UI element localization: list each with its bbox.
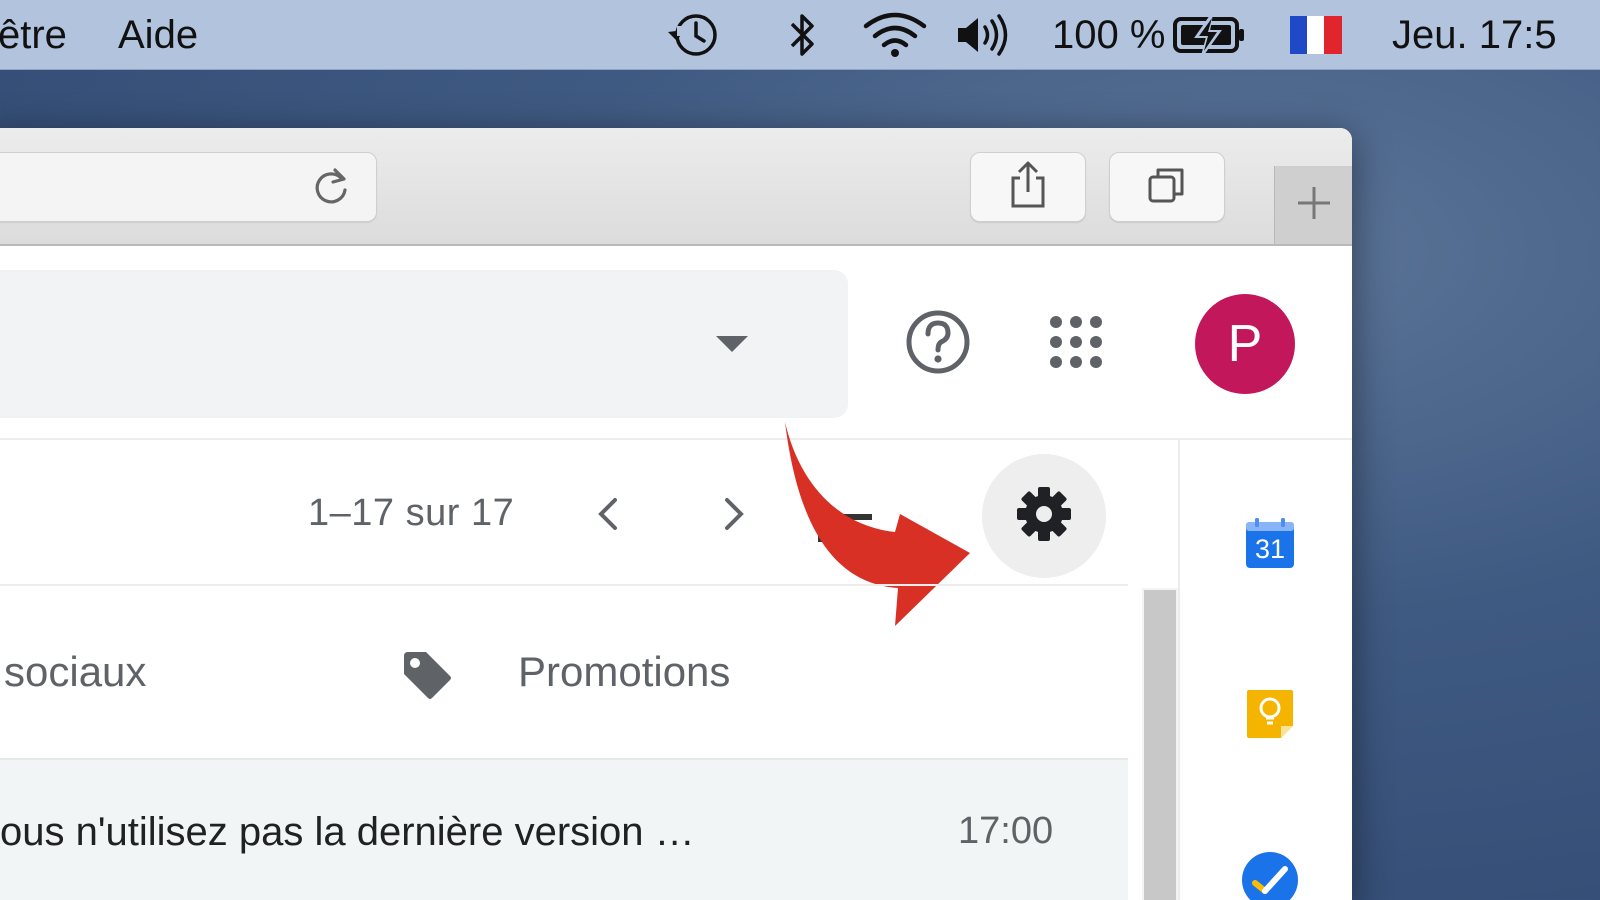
reload-icon[interactable]: [309, 165, 353, 214]
macos-menu-bar: être Aide 100 % Jeu. 17:5: [0, 0, 1600, 70]
browser-toolbar: [0, 128, 1352, 246]
calendar-icon: 31: [1245, 518, 1295, 570]
tab-social-label: sociaux: [4, 648, 147, 695]
time-machine-icon[interactable]: [664, 10, 724, 65]
tab-promotions[interactable]: Promotions: [400, 586, 820, 758]
email-row[interactable]: ous n'utilisez pas la dernière version ……: [0, 760, 1128, 900]
help-icon: [904, 308, 972, 381]
address-bar[interactable]: [0, 152, 377, 222]
menu-aide[interactable]: Aide: [118, 12, 198, 58]
volume-icon[interactable]: [954, 10, 1014, 65]
tab-social[interactable]: sociaux: [0, 586, 360, 758]
email-time: 17:00: [958, 810, 1054, 852]
battery-percent: 100 %: [1052, 13, 1166, 57]
battery-charging-icon[interactable]: [1172, 10, 1246, 65]
chevron-left-icon: [593, 494, 623, 539]
apps-grid-icon: [1048, 314, 1104, 375]
calendar-day: 31: [1254, 534, 1286, 564]
side-panel-divider: [1178, 440, 1180, 900]
search-options-icon[interactable]: [714, 332, 750, 361]
keep-icon: [1245, 688, 1295, 745]
tag-icon: [400, 648, 454, 707]
apps-button[interactable]: [1036, 304, 1116, 384]
chevron-right-icon: [719, 494, 749, 539]
browser-window: P 1–17 sur 17 sociaux Promotions ous n'u…: [0, 128, 1352, 900]
tab-promotions-label: Promotions: [518, 648, 731, 695]
tasks-icon: [1241, 851, 1299, 900]
settings-gear-icon: [1016, 486, 1072, 547]
search-bar[interactable]: [0, 270, 848, 418]
newer-button[interactable]: [576, 484, 640, 548]
menu-fenetre[interactable]: être: [0, 12, 67, 58]
new-tab-icon: [1294, 183, 1334, 228]
bluetooth-icon[interactable]: [784, 10, 820, 67]
scrollbar-thumb[interactable]: [1144, 590, 1176, 900]
new-tab-button[interactable]: [1274, 166, 1352, 244]
tabs-overview-icon: [1145, 163, 1189, 212]
pagination-text: 1–17 sur 17: [308, 492, 515, 534]
tabs-overview-button[interactable]: [1109, 152, 1225, 222]
wifi-icon[interactable]: [862, 10, 928, 65]
older-button[interactable]: [702, 484, 766, 548]
settings-button[interactable]: [982, 454, 1106, 578]
email-subject: ous n'utilisez pas la dernière version …: [0, 810, 695, 854]
keep-button[interactable]: [1238, 684, 1302, 748]
share-icon: [1007, 160, 1049, 215]
share-button[interactable]: [970, 152, 1086, 222]
calendar-button[interactable]: 31: [1238, 512, 1302, 576]
french-flag-icon[interactable]: [1290, 16, 1342, 59]
account-avatar[interactable]: P: [1195, 294, 1295, 394]
help-button[interactable]: [898, 304, 978, 384]
header-divider: [0, 438, 1352, 440]
tasks-button[interactable]: [1238, 850, 1302, 900]
menubar-clock: Jeu. 17:5: [1392, 13, 1557, 57]
